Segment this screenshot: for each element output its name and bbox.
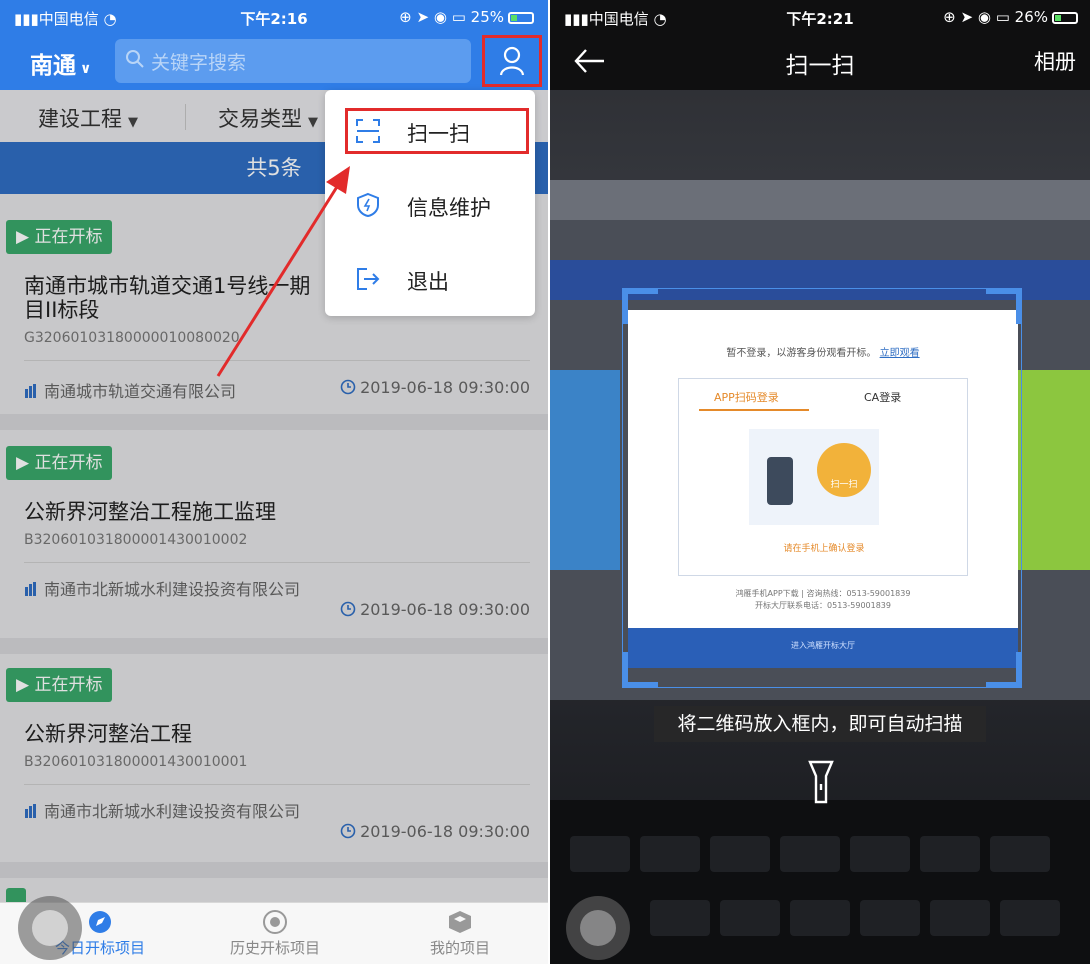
key	[710, 836, 770, 872]
left-phone-screen: ▮▮▮中国电信 ◔ 下午2:16 ⊕ ➤ ◉ ▭ 25% 南通 ∨ 关键字搜索 建…	[0, 0, 548, 964]
key	[720, 900, 780, 936]
key	[930, 900, 990, 936]
album-button[interactable]: 相册	[1034, 46, 1076, 76]
key	[1000, 900, 1060, 936]
page-title: 扫一扫	[785, 53, 855, 79]
assistive-touch-button[interactable]	[18, 896, 82, 960]
tab-history-projects[interactable]: 历史开标项目	[210, 909, 340, 958]
browser-bar	[550, 180, 1090, 220]
flashlight-icon[interactable]	[808, 760, 834, 804]
key	[860, 900, 920, 936]
right-phone-screen: 暂不登录，以游客身份观看开标。 立即观看 APP扫码登录 CA登录 扫一扫 请在…	[550, 0, 1090, 964]
scan-corner	[986, 288, 1022, 324]
scan-corner	[986, 652, 1022, 688]
scan-corner	[622, 652, 658, 688]
history-icon	[263, 910, 287, 934]
scan-frame-border	[622, 288, 1022, 688]
status-bar: ▮▮▮中国电信 ◔ 下午2:21 ⊕ ➤ ◉ ▭ 26%	[550, 0, 1090, 34]
scan-hint: 将二维码放入框内，即可自动扫描	[654, 706, 986, 742]
key	[570, 836, 630, 872]
scan-nav-bar: 扫一扫 相册	[550, 34, 1090, 90]
camera-keyboard	[550, 800, 1090, 964]
key	[780, 836, 840, 872]
key	[790, 900, 850, 936]
compass-icon	[89, 911, 111, 933]
annotation-arrow-icon	[216, 166, 350, 377]
key	[850, 836, 910, 872]
assistive-touch-button[interactable]	[566, 896, 630, 960]
key	[650, 900, 710, 936]
key	[640, 836, 700, 872]
bottom-tab-bar: 今日开标项目 历史开标项目 我的项目	[0, 902, 548, 964]
box-icon	[449, 911, 471, 933]
web-side-panel	[550, 370, 620, 570]
scan-frame	[622, 288, 1022, 688]
key	[920, 836, 980, 872]
scan-corner	[622, 288, 658, 324]
key	[990, 836, 1050, 872]
tab-my-projects[interactable]: 我的项目	[405, 909, 515, 958]
battery-indicator: ⊕ ➤ ◉ ▭ 26%	[943, 8, 1078, 26]
